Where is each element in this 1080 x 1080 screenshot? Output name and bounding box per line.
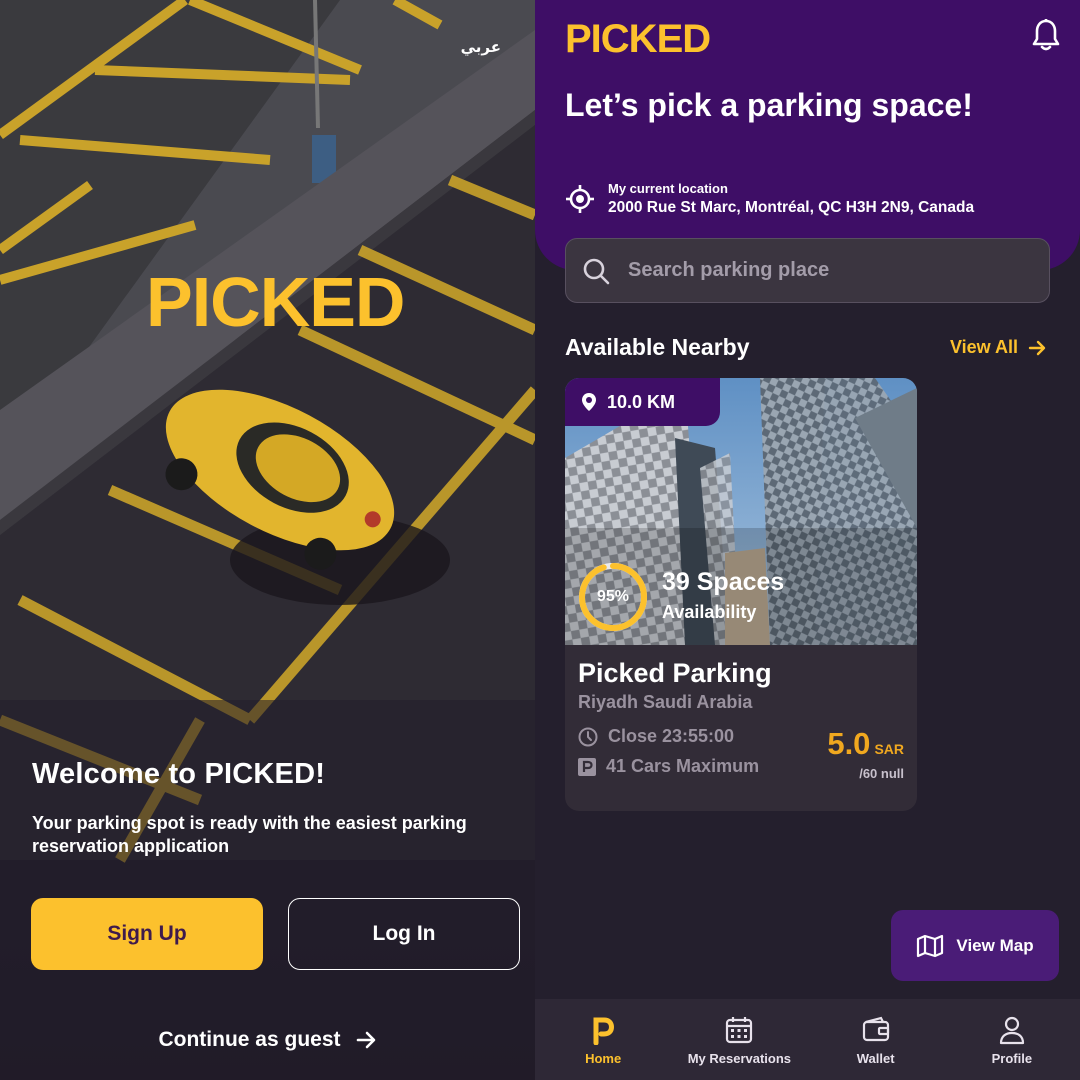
hero-title: Let’s pick a parking space! [565, 87, 973, 123]
parking-sign-icon [578, 757, 596, 776]
view-all-link[interactable]: View All [950, 337, 1046, 358]
spaces-count: 39 Spaces [662, 568, 785, 596]
nav-item-my-reservations[interactable]: My Reservations [671, 999, 807, 1080]
max-cars-row: 41 Cars Maximum [578, 756, 759, 777]
bell-icon[interactable] [1030, 18, 1062, 52]
picked-logo-small-text: PICKED [565, 20, 710, 56]
wallet-icon [862, 1016, 889, 1042]
home-p-icon [593, 1017, 615, 1045]
view-all-label: View All [949, 337, 1018, 357]
price-value: 5.0 [827, 726, 871, 761]
nav-label-my-reservations: My Reservations [687, 1051, 792, 1066]
search-icon [583, 258, 610, 284]
map-icon [917, 934, 944, 957]
language-toggle[interactable]: عربي [461, 38, 501, 56]
price-currency: SAR [874, 741, 904, 757]
availability-percent: 95% [596, 588, 630, 605]
arrow-right-icon [1028, 340, 1046, 355]
continue-as-guest-label: Continue as guest [158, 1028, 341, 1051]
parking-card[interactable]: 10.0 KM 95% 39 Spaces Availability Picke… [565, 378, 917, 811]
section-title: Available Nearby [565, 334, 750, 360]
sign-up-button[interactable]: Sign Up [31, 898, 263, 970]
max-cars: 41 Cars Maximum [606, 756, 760, 776]
price: 5.0 SAR [827, 726, 904, 762]
search-input[interactable]: Search parking place [565, 238, 1050, 303]
view-map-button[interactable]: View Map [891, 910, 1059, 981]
picked-logo: PICKED [146, 268, 405, 332]
location-address[interactable]: 2000 Rue St Marc, Montréal, QC H3H 2N9, … [608, 199, 974, 217]
welcome-screen: عربي PICKED Welcome to PICKED! Your park… [0, 0, 535, 1080]
continue-as-guest-link[interactable]: Continue as guest [0, 1028, 535, 1052]
close-time-row: Close 23:55:00 [578, 726, 734, 747]
distance-value: 10.0 KM [607, 391, 676, 412]
price-unit: /60 null [859, 766, 904, 781]
nav-item-wallet[interactable]: Wallet [808, 999, 944, 1080]
home-screen: PICKED Let’s pick a parking space! My cu… [535, 0, 1080, 1080]
welcome-title: Welcome to PICKED! [32, 758, 326, 790]
picked-logo-small: PICKED [565, 20, 711, 56]
user-icon [999, 1016, 1024, 1045]
close-time: Close 23:55:00 [608, 726, 735, 746]
map-pin-icon [582, 393, 596, 411]
parking-city: Riyadh Saudi Arabia [578, 692, 753, 712]
welcome-subtitle: Your parking spot is ready with the easi… [32, 813, 467, 856]
parking-name: Picked Parking [578, 658, 772, 688]
view-map-label: View Map [956, 935, 1034, 955]
log-in-button[interactable]: Log In [288, 898, 520, 970]
picked-logo-text: PICKED [146, 268, 404, 332]
nav-label-profile: Profile [991, 1051, 1033, 1066]
nav-label-home: Home [585, 1051, 622, 1066]
availability-label: Availability [662, 602, 757, 622]
calendar-icon [726, 1017, 753, 1044]
nav-item-profile[interactable]: Profile [944, 999, 1080, 1080]
clock-icon [578, 727, 598, 746]
crosshair-icon [566, 185, 594, 213]
arrow-right-icon [356, 1031, 375, 1049]
search-placeholder: Search parking place [628, 259, 830, 281]
distance-badge: 10.0 KM [565, 378, 720, 426]
nav-item-home[interactable]: Home [535, 999, 671, 1080]
bottom-nav: Home My Reservations Wallet Profile [535, 999, 1080, 1080]
location-label: My current location [608, 181, 728, 196]
nav-label-wallet: Wallet [856, 1051, 895, 1066]
